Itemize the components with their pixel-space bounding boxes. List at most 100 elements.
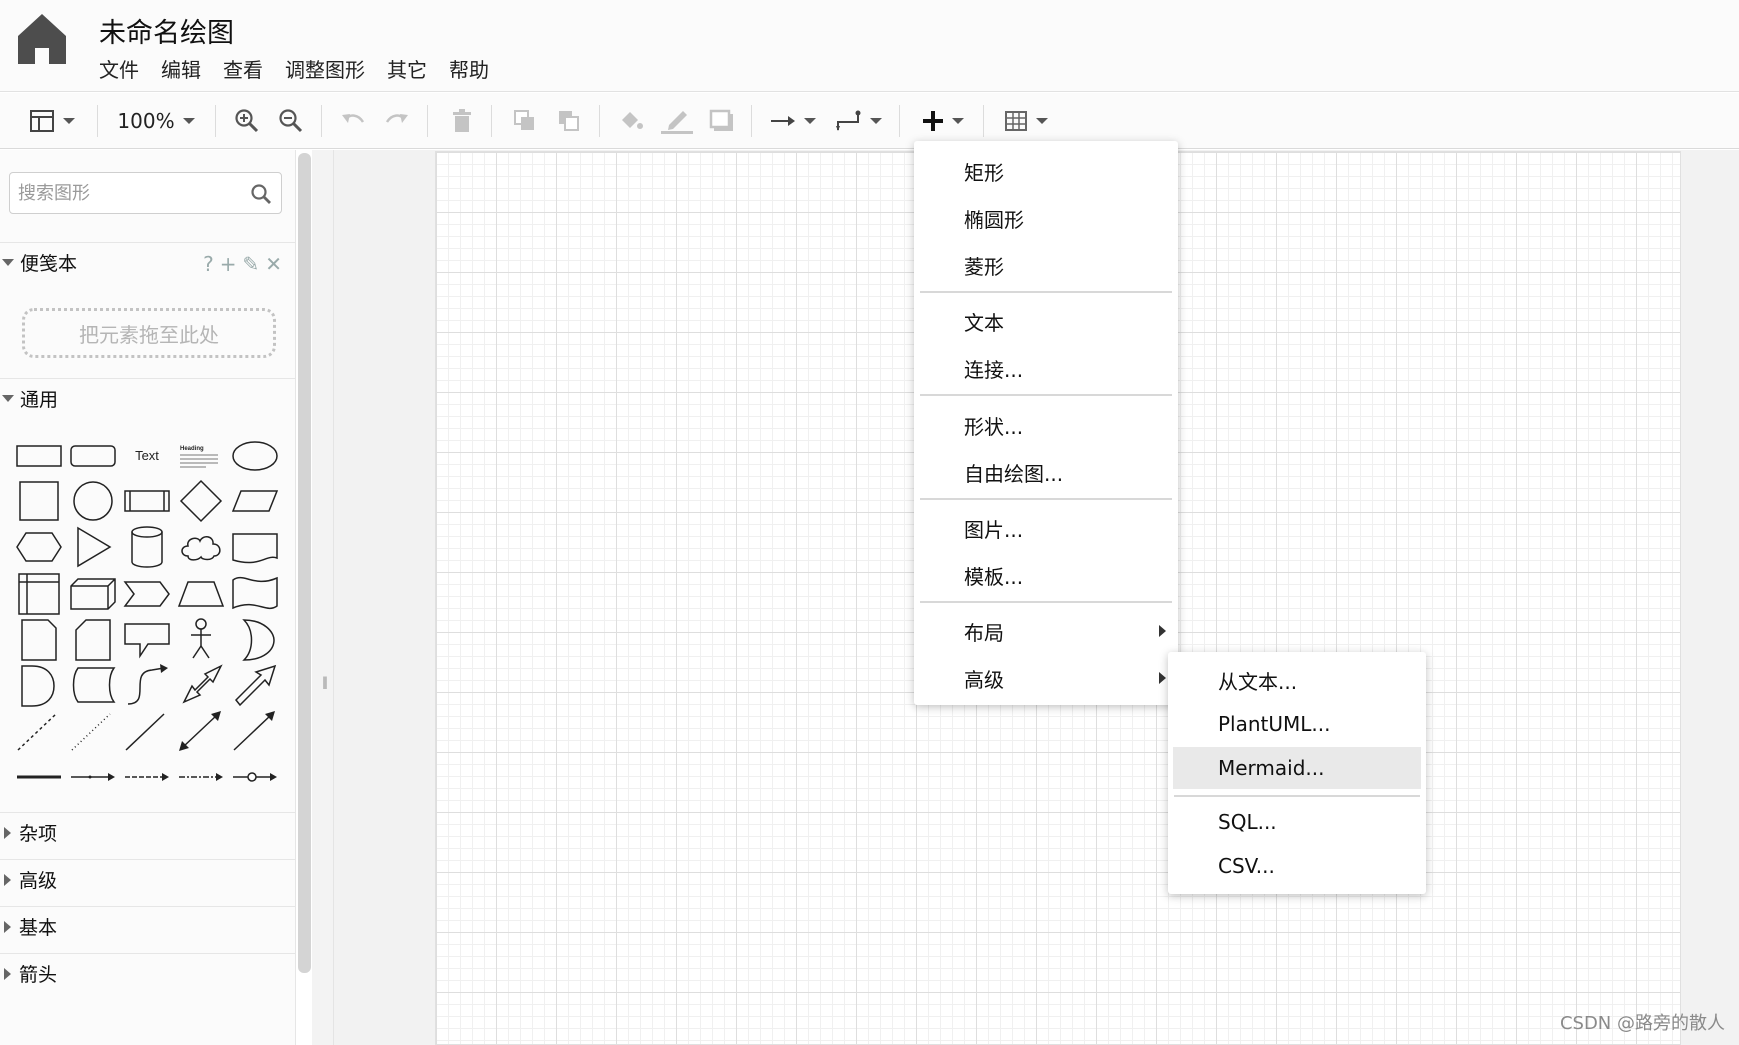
chevron-down-icon xyxy=(182,118,195,124)
section-basic[interactable]: 基本 xyxy=(0,906,295,946)
toolbar-divider xyxy=(427,105,428,137)
sidebar-scrollbar[interactable] xyxy=(298,153,311,973)
or-shape[interactable] xyxy=(230,616,280,662)
sidebar-resize-handle[interactable] xyxy=(312,150,334,1045)
cylinder-shape[interactable] xyxy=(122,524,172,570)
waypoints-button[interactable] xyxy=(834,103,884,139)
menu-item-advanced[interactable]: 高级 xyxy=(914,656,1178,700)
menu-file[interactable]: 文件 xyxy=(99,56,150,84)
submenu-item-csv[interactable]: CSV... xyxy=(1168,845,1426,887)
insert-button[interactable] xyxy=(916,103,970,139)
trapezoid-shape[interactable] xyxy=(176,570,226,616)
circle-connector-shape[interactable] xyxy=(230,754,280,800)
menu-edit[interactable]: 编辑 xyxy=(150,56,212,84)
section-scratchpad[interactable]: 便笺本 ? + ✎ ✕ xyxy=(0,242,295,282)
note-shape[interactable] xyxy=(14,616,64,662)
document-shape[interactable] xyxy=(230,524,280,570)
search-icon[interactable] xyxy=(250,183,272,205)
menu-arrange[interactable]: 调整图形 xyxy=(274,56,376,84)
section-general[interactable]: 通用 xyxy=(0,378,295,418)
diamond-shape[interactable] xyxy=(176,478,226,524)
redo-button[interactable] xyxy=(382,103,412,139)
zoom-out-button[interactable] xyxy=(276,103,306,139)
line-color-button[interactable] xyxy=(660,103,694,139)
menu-item-text[interactable]: 文本 xyxy=(914,299,1178,343)
section-arrows[interactable]: 箭头 xyxy=(0,953,295,993)
menu-item-shapes[interactable]: 形状... xyxy=(914,403,1178,447)
menu-extras[interactable]: 其它 xyxy=(376,56,438,84)
shadow-button[interactable] xyxy=(707,103,737,139)
labeled-arrow-shape[interactable] xyxy=(176,754,226,800)
close-icon[interactable]: ✕ xyxy=(265,252,282,276)
triangle-shape[interactable] xyxy=(68,524,118,570)
fill-color-button[interactable] xyxy=(616,103,646,139)
edit-icon[interactable]: ✎ xyxy=(242,252,259,276)
line-shape[interactable] xyxy=(122,708,172,754)
home-icon[interactable] xyxy=(16,12,68,66)
section-advanced[interactable]: 高级 xyxy=(0,859,295,899)
dotted-line-shape[interactable] xyxy=(68,708,118,754)
menu-item-image[interactable]: 图片... xyxy=(914,506,1178,550)
data-storage-shape[interactable] xyxy=(68,662,118,708)
add-icon[interactable]: + xyxy=(220,252,237,276)
textbox-shape[interactable]: Heading xyxy=(176,432,226,478)
rounded-rectangle-shape[interactable] xyxy=(68,432,118,478)
menu-item-layout[interactable]: 布局 xyxy=(914,609,1178,653)
internal-storage-shape[interactable] xyxy=(14,570,64,616)
menu-view[interactable]: 查看 xyxy=(212,56,274,84)
bidirectional-arrow-shape[interactable] xyxy=(176,662,226,708)
directional-connector-shape[interactable] xyxy=(230,708,280,754)
arrow-shape[interactable] xyxy=(230,662,280,708)
section-misc[interactable]: 杂项 xyxy=(0,812,295,852)
menu-item-rectangle[interactable]: 矩形 xyxy=(914,149,1178,193)
process-shape[interactable] xyxy=(122,478,172,524)
to-front-button[interactable] xyxy=(510,103,540,139)
shape-search-input[interactable] xyxy=(18,179,238,207)
ellipse-shape[interactable] xyxy=(230,432,280,478)
submenu-item-plantuml[interactable]: PlantUML... xyxy=(1168,703,1426,745)
menu-help[interactable]: 帮助 xyxy=(438,56,500,84)
hexagon-shape[interactable] xyxy=(14,524,64,570)
grip-icon: ‖ xyxy=(322,675,328,689)
cube-shape[interactable] xyxy=(68,570,118,616)
thick-link-shape[interactable] xyxy=(14,754,64,800)
submenu-item-from-text[interactable]: 从文本... xyxy=(1168,659,1426,701)
submenu-item-sql[interactable]: SQL... xyxy=(1168,801,1426,843)
dashed-arrow-shape[interactable] xyxy=(122,754,172,800)
menu-item-template[interactable]: 模板... xyxy=(914,553,1178,597)
circle-shape[interactable] xyxy=(68,478,118,524)
menu-item-rhombus[interactable]: 菱形 xyxy=(914,243,1178,287)
card-shape[interactable] xyxy=(68,616,118,662)
zoom-dropdown[interactable]: 100% xyxy=(114,103,198,139)
help-icon[interactable]: ? xyxy=(203,252,214,276)
document-title[interactable]: 未命名绘图 xyxy=(99,11,234,50)
submenu-item-mermaid[interactable]: Mermaid... xyxy=(1173,747,1421,789)
square-shape[interactable] xyxy=(14,478,64,524)
zoom-in-button[interactable] xyxy=(232,103,262,139)
actor-shape[interactable] xyxy=(176,616,226,662)
toolbar-divider xyxy=(983,105,984,137)
menu-item-freehand[interactable]: 自由绘图... xyxy=(914,450,1178,494)
table-button[interactable] xyxy=(1000,103,1052,139)
rectangle-shape[interactable] xyxy=(14,432,64,478)
bidirectional-connector-shape[interactable] xyxy=(176,708,226,754)
to-back-button[interactable] xyxy=(554,103,584,139)
tape-shape[interactable] xyxy=(230,570,280,616)
callout-shape[interactable] xyxy=(122,616,172,662)
undo-button[interactable] xyxy=(338,103,368,139)
cloud-shape[interactable] xyxy=(176,524,226,570)
curve-shape[interactable] xyxy=(122,662,172,708)
step-shape[interactable] xyxy=(122,570,172,616)
text-shape[interactable]: Text xyxy=(122,432,172,478)
delete-button[interactable] xyxy=(447,103,477,139)
menu-item-link[interactable]: 连接... xyxy=(914,346,1178,390)
view-panels-button[interactable] xyxy=(26,103,78,139)
arrow-connector-shape[interactable] xyxy=(68,754,118,800)
connection-style-button[interactable] xyxy=(768,103,818,139)
dashed-line-shape[interactable] xyxy=(14,708,64,754)
delay-shape[interactable] xyxy=(14,662,64,708)
parallelogram-shape[interactable] xyxy=(230,478,280,524)
chevron-down-icon xyxy=(952,118,964,124)
scratchpad-drop-zone[interactable]: 把元素拖至此处 xyxy=(22,308,276,358)
menu-item-ellipse[interactable]: 椭圆形 xyxy=(914,196,1178,240)
